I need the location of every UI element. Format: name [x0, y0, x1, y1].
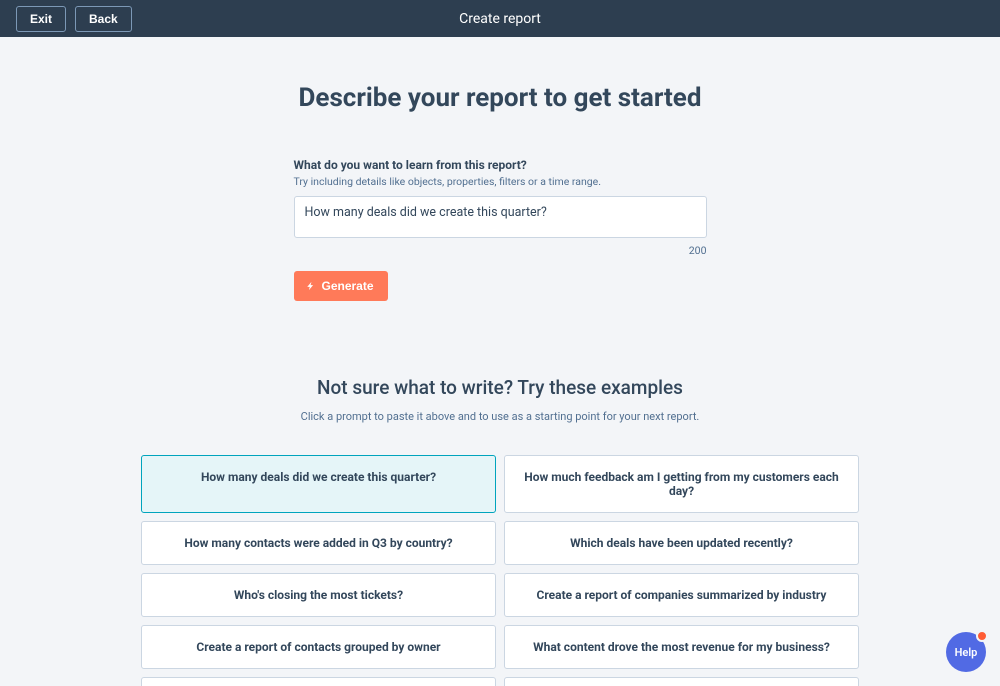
examples-subheading: Click a prompt to paste it above and to … [0, 410, 1000, 423]
back-button[interactable]: Back [75, 6, 132, 32]
page-title: Create report [0, 11, 1000, 27]
example-prompt[interactable]: How many deals did we create this quarte… [141, 455, 496, 513]
prompt-input[interactable] [294, 196, 707, 238]
exit-button[interactable]: Exit [16, 6, 66, 32]
char-counter: 200 [294, 244, 707, 257]
example-prompt[interactable]: Who's closing the most tickets? [141, 573, 496, 617]
content-area: Describe your report to get started What… [0, 37, 1000, 686]
examples-heading: Not sure what to write? Try these exampl… [0, 376, 1000, 399]
bolt-icon [306, 280, 316, 292]
example-prompt[interactable]: On average, how long does it take each r… [141, 677, 496, 686]
example-prompt[interactable]: Create a report of contacts grouped by o… [141, 625, 496, 669]
examples-section: Not sure what to write? Try these exampl… [0, 376, 1000, 686]
help-button[interactable]: Help [946, 632, 986, 672]
prompt-form: What do you want to learn from this repo… [294, 158, 707, 301]
generate-button[interactable]: Generate [294, 271, 388, 301]
generate-button-label: Generate [322, 279, 374, 293]
example-prompt[interactable]: Create a report of companies summarized … [504, 573, 859, 617]
page-root: Exit Back Create report Describe your re… [0, 0, 1000, 686]
example-prompt[interactable]: Which deals have been updated recently? [504, 521, 859, 565]
top-bar: Exit Back Create report [0, 0, 1000, 37]
prompt-label: What do you want to learn from this repo… [294, 158, 707, 172]
prompt-hint: Try including details like objects, prop… [294, 175, 707, 188]
example-prompt[interactable]: What content drove the most revenue for … [504, 625, 859, 669]
main-heading: Describe your report to get started [0, 83, 1000, 113]
example-prompt[interactable]: How much feedback am I getting from my c… [504, 455, 859, 513]
example-prompt[interactable]: Which campaigns had the largest impact o… [504, 677, 859, 686]
example-prompt[interactable]: How many contacts were added in Q3 by co… [141, 521, 496, 565]
examples-grid: How many deals did we create this quarte… [141, 455, 859, 686]
help-button-label: Help [955, 646, 978, 659]
nav-button-group: Exit Back [16, 6, 132, 32]
